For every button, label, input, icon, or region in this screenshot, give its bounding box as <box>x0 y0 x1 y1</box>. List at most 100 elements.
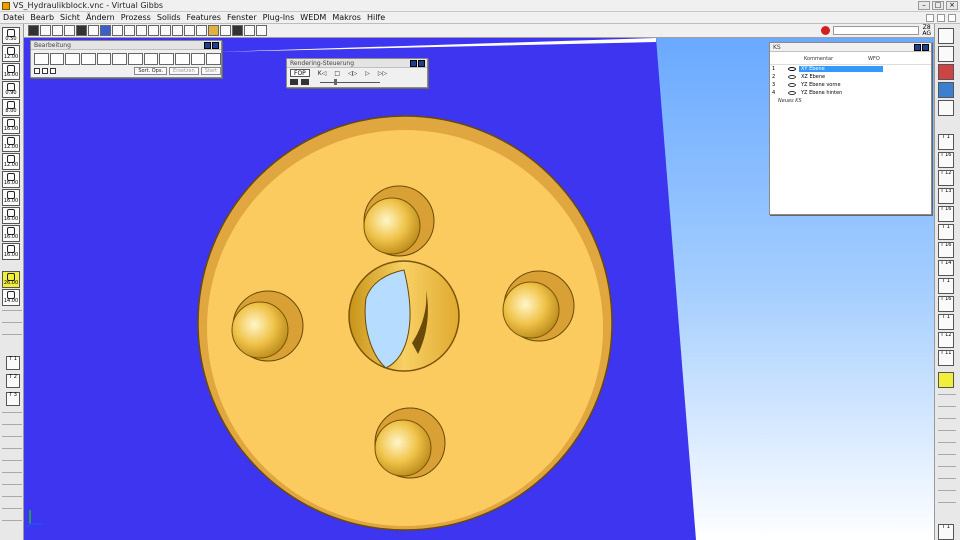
lower-tool-1[interactable]: T 1 <box>6 356 20 370</box>
right-tool-bottom[interactable]: T 1 <box>938 524 954 540</box>
empty-tool-slot[interactable] <box>2 322 22 332</box>
right-tool-6[interactable]: T 1 <box>938 224 954 240</box>
finish-op-icon[interactable] <box>143 53 159 65</box>
view-top-icon[interactable] <box>28 25 39 36</box>
empty-tool-slot[interactable] <box>2 424 22 434</box>
close-button[interactable]: × <box>946 1 958 10</box>
menu-sicht[interactable]: Sicht <box>57 13 83 22</box>
rendering-titlebar[interactable]: Rendering-Steuerung <box>287 59 427 68</box>
doc-close-button[interactable] <box>948 13 956 22</box>
help-icon[interactable] <box>256 25 267 36</box>
left-tool-8[interactable]: 12.00 <box>2 153 20 170</box>
palette-menu-icon[interactable] <box>204 42 211 49</box>
ks-row-3[interactable]: 3 YZ Ebene vorne <box>770 81 931 89</box>
start-button[interactable]: Start <box>200 67 221 75</box>
empty-tool-slot[interactable] <box>2 310 22 320</box>
eye-icon[interactable] <box>788 67 796 71</box>
left-tool-4[interactable]: 0.90 <box>2 81 20 98</box>
left-tool-2[interactable]: 12.00 <box>2 45 20 62</box>
right-tool-10[interactable]: T 16 <box>938 296 954 312</box>
doc-restore-button[interactable] <box>937 13 945 22</box>
ks-row-1[interactable]: 1 XY Ebene <box>770 65 931 73</box>
left-tool-9[interactable]: 16.00 <box>2 171 20 188</box>
grid-icon[interactable] <box>196 25 207 36</box>
palette-menu-icon[interactable] <box>914 44 921 51</box>
right-tool-5[interactable]: T 16 <box>938 206 954 222</box>
palette-close-icon[interactable] <box>212 42 219 49</box>
op-option-3-icon[interactable] <box>50 68 56 74</box>
step-button[interactable]: ◁▷ <box>348 70 357 77</box>
right-palette-4[interactable] <box>938 82 954 98</box>
render-mode-select[interactable]: FOP <box>290 69 310 77</box>
menu-datei[interactable]: Datei <box>0 13 27 22</box>
pocket-op-icon[interactable] <box>65 53 81 65</box>
view-iso-icon[interactable] <box>64 25 75 36</box>
empty-tool-slot[interactable] <box>2 334 22 344</box>
menu-solids[interactable]: Solids <box>154 13 184 22</box>
right-tool-2[interactable]: T 16 <box>938 152 954 168</box>
stock-icon[interactable] <box>301 79 309 85</box>
left-tool-14-selected[interactable]: 26.00 <box>2 271 20 288</box>
empty-tool-slot[interactable] <box>938 466 956 476</box>
lower-tool-3[interactable]: T 3 <box>6 392 20 406</box>
pan-icon[interactable] <box>136 25 147 36</box>
minimize-button[interactable]: – <box>918 1 930 10</box>
right-tool-12[interactable]: T 12 <box>938 332 954 348</box>
new-ks-item[interactable]: Neues KS <box>770 98 931 104</box>
fit-icon[interactable] <box>160 25 171 36</box>
eye-icon[interactable] <box>788 83 796 87</box>
sort-ops-button[interactable]: Sort. Ops. <box>134 67 168 75</box>
right-palette-5[interactable] <box>938 100 954 116</box>
left-tool-15[interactable]: 14.00 <box>2 289 20 306</box>
empty-tool-slot[interactable] <box>938 418 956 428</box>
right-tool-1[interactable]: T 1 <box>938 134 954 150</box>
redraw-icon[interactable] <box>172 25 183 36</box>
empty-tool-slot[interactable] <box>938 502 956 512</box>
rewind-button[interactable]: K◁ <box>318 70 327 77</box>
contour-op-icon[interactable] <box>49 53 65 65</box>
left-tool-10[interactable]: 16.00 <box>2 189 20 206</box>
drill-op-icon[interactable] <box>34 53 49 65</box>
empty-tool-slot[interactable] <box>938 478 956 488</box>
rough-op-icon[interactable] <box>128 53 143 65</box>
speed-slider[interactable] <box>320 78 380 85</box>
lathe-op-icon[interactable] <box>175 53 190 65</box>
right-tool-4[interactable]: T 13 <box>938 188 954 204</box>
op-option-1-icon[interactable] <box>34 68 40 74</box>
empty-tool-slot[interactable] <box>2 448 22 458</box>
fast-forward-button[interactable]: ▷▷ <box>378 70 387 77</box>
ersetzen-button[interactable]: Ersetzen <box>169 67 199 75</box>
view-front-icon[interactable] <box>40 25 51 36</box>
menu-hilfe[interactable]: Hilfe <box>364 13 388 22</box>
cursor-icon[interactable] <box>232 25 243 36</box>
empty-tool-slot[interactable] <box>2 484 22 494</box>
doc-minimize-button[interactable] <box>926 13 934 22</box>
left-tool-3[interactable]: 16.00 <box>2 63 20 80</box>
left-tool-6[interactable]: 16.00 <box>2 117 20 134</box>
print-icon[interactable] <box>244 25 255 36</box>
menu-prozess[interactable]: Prozess <box>118 13 154 22</box>
right-tool-11[interactable]: T 1 <box>938 314 954 330</box>
left-tool-13[interactable]: 16.00 <box>2 243 20 260</box>
menu-fenster[interactable]: Fenster <box>224 13 260 22</box>
right-tool-9[interactable]: T 1 <box>938 278 954 294</box>
palette-close-icon[interactable] <box>922 44 929 51</box>
zoom-icon[interactable] <box>124 25 135 36</box>
view-back-icon[interactable] <box>76 25 87 36</box>
menu-features[interactable]: Features <box>184 13 224 22</box>
verify-op-icon[interactable] <box>206 53 222 65</box>
speed-slider-thumb[interactable] <box>334 78 337 85</box>
empty-tool-slot[interactable] <box>938 490 956 500</box>
lower-tool-2[interactable]: T 2 <box>6 374 20 388</box>
empty-tool-slot[interactable] <box>938 454 956 464</box>
palette-menu-icon[interactable] <box>410 60 417 67</box>
rest-op-icon[interactable] <box>159 53 175 65</box>
empty-tool-slot[interactable] <box>2 496 22 506</box>
solid-icon[interactable] <box>208 25 219 36</box>
op-option-2-icon[interactable] <box>42 68 48 74</box>
eye-icon[interactable] <box>788 75 796 79</box>
right-tool-selected[interactable] <box>938 372 954 388</box>
layer-icon[interactable] <box>184 25 195 36</box>
right-palette-1[interactable] <box>938 28 954 44</box>
thread-op-icon[interactable] <box>96 53 112 65</box>
